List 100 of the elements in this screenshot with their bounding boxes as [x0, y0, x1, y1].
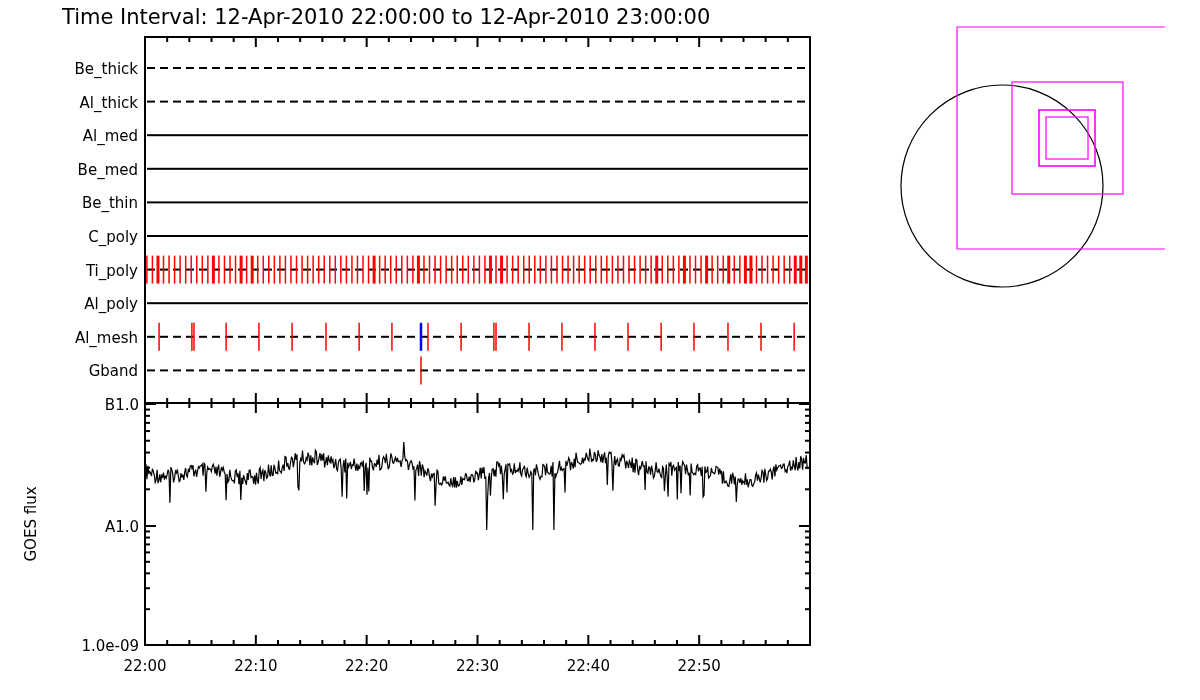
channel-label: Be_thin: [81, 194, 138, 213]
event-tick: [401, 254, 403, 285]
event-tick: [416, 255, 420, 284]
event-tick: [268, 254, 270, 285]
event-tick: [727, 322, 729, 352]
event-tick: [693, 322, 695, 352]
event-tick: [689, 254, 691, 285]
event-tick: [256, 254, 259, 285]
event-tick: [627, 322, 629, 352]
event-tick: [151, 254, 154, 285]
event-tick: [306, 254, 309, 285]
axis-title: GOES flux: [22, 486, 40, 562]
event-tick: [323, 254, 325, 285]
event-tick: [766, 254, 769, 285]
event-tick: [439, 254, 442, 285]
event-tick: [793, 322, 795, 352]
event-tick: [201, 254, 204, 285]
event-tick: [506, 254, 508, 285]
event-tick: [749, 255, 753, 284]
event-tick: [367, 254, 370, 285]
event-tick: [777, 254, 780, 285]
event-tick: [146, 254, 148, 285]
axis-label: 22:20: [345, 657, 389, 675]
event-tick: [522, 254, 525, 285]
event-tick: [419, 322, 423, 351]
axis-label: 22:50: [677, 657, 721, 675]
plot-title: Time Interval: 12-Apr-2010 22:00:00 to 12-Apr-2010 23:00:00: [62, 5, 711, 29]
axis-label: 22:00: [123, 657, 167, 675]
event-tick: [162, 254, 165, 285]
event-tick: [234, 254, 237, 285]
event-tick: [284, 254, 287, 285]
event-tick: [158, 322, 160, 352]
event-tick: [460, 322, 462, 352]
event-tick: [495, 254, 497, 285]
event-tick: [711, 254, 713, 285]
event-tick: [561, 322, 563, 352]
event-tick: [334, 254, 337, 285]
event-tick: [628, 254, 630, 285]
event-tick: [168, 254, 170, 285]
event-tick: [793, 255, 797, 284]
event-tick: [639, 254, 641, 285]
axis-label: A1.0: [104, 518, 139, 536]
event-tick: [329, 254, 331, 285]
event-tick: [312, 254, 314, 285]
event-tick: [356, 254, 359, 285]
event-tick: [567, 254, 569, 285]
event-tick: [772, 254, 774, 285]
event-tick: [517, 254, 519, 285]
event-tick: [250, 255, 254, 284]
event-tick: [351, 254, 353, 285]
event-tick: [700, 254, 702, 285]
event-tick: [682, 255, 686, 284]
event-tick: [406, 254, 409, 285]
event-tick: [716, 254, 719, 285]
event-tick: [545, 254, 547, 285]
event-tick: [225, 322, 227, 352]
event-tick: [743, 255, 747, 284]
event-tick: [661, 254, 663, 285]
event-tick: [325, 322, 327, 352]
event-tick: [672, 254, 675, 285]
event-tick: [622, 254, 625, 285]
event-tick: [239, 255, 243, 284]
axis-label: 22:30: [455, 657, 500, 675]
event-tick: [207, 254, 209, 285]
event-tick: [667, 254, 669, 285]
event-tick: [556, 254, 558, 285]
event-tick: [291, 322, 293, 352]
event-tick: [378, 254, 381, 285]
event-tick: [561, 254, 564, 285]
event-tick: [534, 254, 536, 285]
channel-label: Be_med: [77, 160, 138, 179]
axis-label: 22:40: [566, 657, 610, 675]
event-tick: [739, 254, 741, 285]
event-tick: [650, 254, 652, 285]
event-tick: [428, 254, 431, 285]
event-tick: [500, 255, 504, 284]
axis-label: 22:10: [234, 657, 278, 675]
channel-label: Al_poly: [84, 295, 138, 314]
event-tick: [733, 254, 736, 285]
event-tick: [600, 254, 603, 285]
event-tick: [511, 254, 514, 285]
channel-label: Al_med: [82, 127, 138, 146]
event-tick: [528, 322, 530, 352]
event-tick: [694, 254, 697, 285]
event-tick: [589, 254, 591, 285]
event-tick: [617, 254, 619, 285]
event-tick: [456, 254, 458, 285]
event-tick: [611, 254, 614, 285]
event-tick: [427, 322, 429, 352]
event-tick: [467, 254, 470, 285]
event-tick: [761, 254, 763, 285]
event-tick: [478, 254, 481, 285]
event-tick: [384, 254, 386, 285]
event-tick: [223, 254, 226, 285]
event-tick: [583, 254, 586, 285]
event-tick: [633, 254, 636, 285]
event-tick: [179, 254, 181, 285]
axis-label: 1.0e-09: [81, 637, 139, 655]
event-tick: [290, 254, 292, 285]
event-tick: [262, 254, 264, 285]
